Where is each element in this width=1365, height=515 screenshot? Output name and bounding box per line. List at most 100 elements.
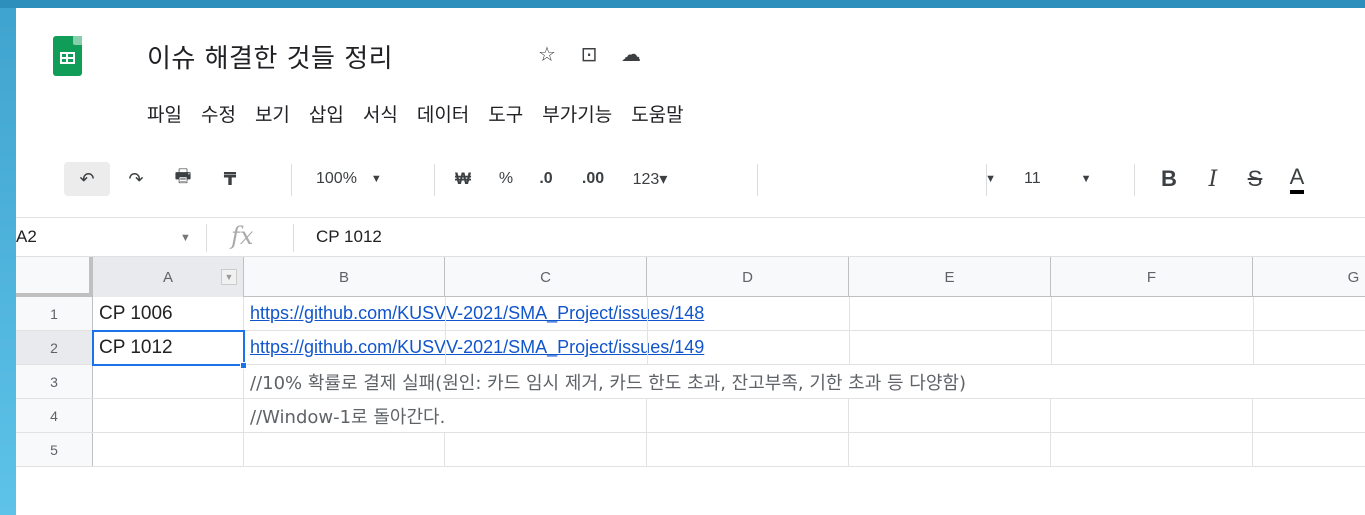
cell-e4[interactable] [849, 399, 1051, 432]
cloud-saved-icon[interactable]: ☁ [620, 42, 642, 67]
cell-a4[interactable] [93, 399, 244, 432]
column-header-a[interactable]: A ▼ [93, 257, 244, 297]
print-button[interactable]: 🖶 [166, 162, 200, 196]
menu-tools[interactable]: 도구 [488, 100, 523, 127]
chevron-down-icon: ▼ [370, 173, 382, 185]
currency-button[interactable]: ₩ [448, 162, 478, 196]
title-actions: ☆ ⊡ ☁ [536, 42, 642, 67]
column-label: A [162, 268, 173, 286]
menu-view[interactable]: 보기 [255, 100, 290, 127]
cell-a2[interactable]: CP 1012 [93, 331, 244, 364]
bold-button[interactable]: B [1152, 162, 1186, 196]
fx-icon: fx [231, 222, 254, 250]
undo-icon: ↶ [79, 168, 95, 189]
column-header-g[interactable]: G [1253, 257, 1365, 297]
cell-b1-link[interactable]: https://github.com/KUSVV-2021/SMA_Projec… [244, 297, 704, 330]
table-row: 3 //10% 확률로 결제 실패(원인: 카드 임시 제거, 카드 한도 초과… [16, 365, 1365, 399]
chevron-down-icon: ▼ [1080, 173, 1092, 185]
cell-f5[interactable] [1051, 433, 1253, 466]
chevron-down-icon[interactable]: ▼ [180, 232, 191, 244]
text-color-button[interactable]: A [1280, 162, 1314, 196]
formula-input[interactable]: CP 1012 [316, 227, 382, 247]
row-header[interactable]: 3 [16, 365, 93, 398]
row-header[interactable]: 4 [16, 399, 93, 432]
row-header[interactable]: 2 [16, 331, 93, 364]
menu-format[interactable]: 서식 [363, 100, 398, 127]
grid-line [1253, 297, 1254, 365]
toolbar-divider [291, 164, 292, 196]
table-row: 1 CP 1006 https://github.com/KUSVV-2021/… [16, 297, 1365, 331]
increase-decimal-button[interactable]: .00 [571, 162, 615, 196]
table-row: 2 CP 1012 https://github.com/KUSVV-2021/… [16, 331, 1365, 365]
formula-divider [293, 224, 294, 252]
toolbar-divider [1134, 164, 1135, 196]
column-label: D [742, 268, 753, 286]
toolbar: ↶ ↷ 🖶 ₸ 100% ▼ ₩ % .0 .00 123▾ ▼ 11 ▼ B … [16, 150, 1365, 210]
font-family-select[interactable]: ▼ [916, 162, 996, 196]
fill-handle[interactable] [240, 362, 247, 369]
move-to-folder-icon[interactable]: ⊡ [578, 42, 600, 67]
column-header-f[interactable]: F [1051, 257, 1253, 297]
sheets-window: 이슈 해결한 것들 정리 ☆ ⊡ ☁ 파일 수정 보기 삽입 서식 데이터 도구… [16, 8, 1365, 515]
toolbar-divider [986, 164, 987, 196]
decrease-decimal-button[interactable]: .0 [526, 162, 566, 196]
cell-c4[interactable] [445, 399, 647, 432]
column-header-c[interactable]: C [445, 257, 647, 297]
cell-a3[interactable] [93, 365, 244, 398]
filter-icon[interactable]: ▼ [221, 269, 237, 285]
percent-button[interactable]: % [491, 162, 521, 196]
menu-data[interactable]: 데이터 [417, 100, 469, 127]
menu-edit[interactable]: 수정 [201, 100, 236, 127]
cell-b4[interactable]: //Window-1로 돌아간다. [244, 399, 445, 432]
strikethrough-button[interactable]: S [1238, 162, 1272, 196]
text-color-label: A [1289, 164, 1305, 194]
table-row: 4 //Window-1로 돌아간다. [16, 399, 1365, 433]
column-label: E [944, 268, 955, 286]
italic-button[interactable]: I [1196, 162, 1230, 196]
undo-button[interactable]: ↶ [64, 162, 110, 196]
select-all-corner[interactable] [16, 257, 93, 297]
grid-line [445, 297, 446, 365]
grid-line [647, 297, 648, 365]
zoom-select[interactable]: 100% ▼ [316, 162, 406, 196]
print-icon: 🖶 [174, 166, 192, 186]
paint-format-icon: ₸ [223, 168, 237, 189]
menu-insert[interactable]: 삽입 [309, 100, 344, 127]
name-box[interactable]: A2 [16, 227, 37, 247]
column-label: C [540, 268, 551, 286]
cell-b3[interactable]: //10% 확률로 결제 실패(원인: 카드 임시 제거, 카드 한도 초과, … [244, 365, 966, 398]
cell-c5[interactable] [445, 433, 647, 466]
menu-help[interactable]: 도움말 [631, 100, 683, 127]
star-icon[interactable]: ☆ [536, 42, 558, 67]
formula-bar: A2 ▼ fx CP 1012 [16, 217, 1365, 257]
font-size-select[interactable]: 11 ▼ [1006, 162, 1106, 196]
cell-d5[interactable] [647, 433, 849, 466]
column-header-d[interactable]: D [647, 257, 849, 297]
spreadsheet-grid: A ▼ B C D E F G 1 CP 1006 https://github… [16, 257, 1365, 515]
column-label: B [338, 268, 349, 286]
menu-addons[interactable]: 부가기능 [542, 100, 612, 127]
grid-line [849, 297, 850, 365]
redo-button[interactable]: ↷ [119, 162, 153, 196]
cell-b5[interactable] [244, 433, 445, 466]
more-formats-button[interactable]: 123▾ [620, 162, 680, 196]
column-header-row: A ▼ B C D E F G [16, 257, 1365, 297]
column-label: G [1347, 268, 1360, 286]
document-title[interactable]: 이슈 해결한 것들 정리 [147, 38, 393, 75]
cell-e5[interactable] [849, 433, 1051, 466]
column-header-e[interactable]: E [849, 257, 1051, 297]
cell-a5[interactable] [93, 433, 244, 466]
cell-d4[interactable] [647, 399, 849, 432]
cell-b2-link[interactable]: https://github.com/KUSVV-2021/SMA_Projec… [244, 331, 704, 364]
zoom-value: 100% [316, 170, 357, 187]
cell-a1[interactable]: CP 1006 [93, 297, 244, 330]
menu-file[interactable]: 파일 [147, 100, 182, 127]
row-header[interactable]: 5 [16, 433, 93, 466]
cell-f4[interactable] [1051, 399, 1253, 432]
paint-format-button[interactable]: ₸ [213, 162, 247, 196]
table-row: 5 [16, 433, 1365, 467]
toolbar-divider [757, 164, 758, 196]
row-header[interactable]: 1 [16, 297, 93, 330]
column-header-b[interactable]: B [244, 257, 445, 297]
sheets-logo-icon[interactable] [53, 36, 82, 76]
